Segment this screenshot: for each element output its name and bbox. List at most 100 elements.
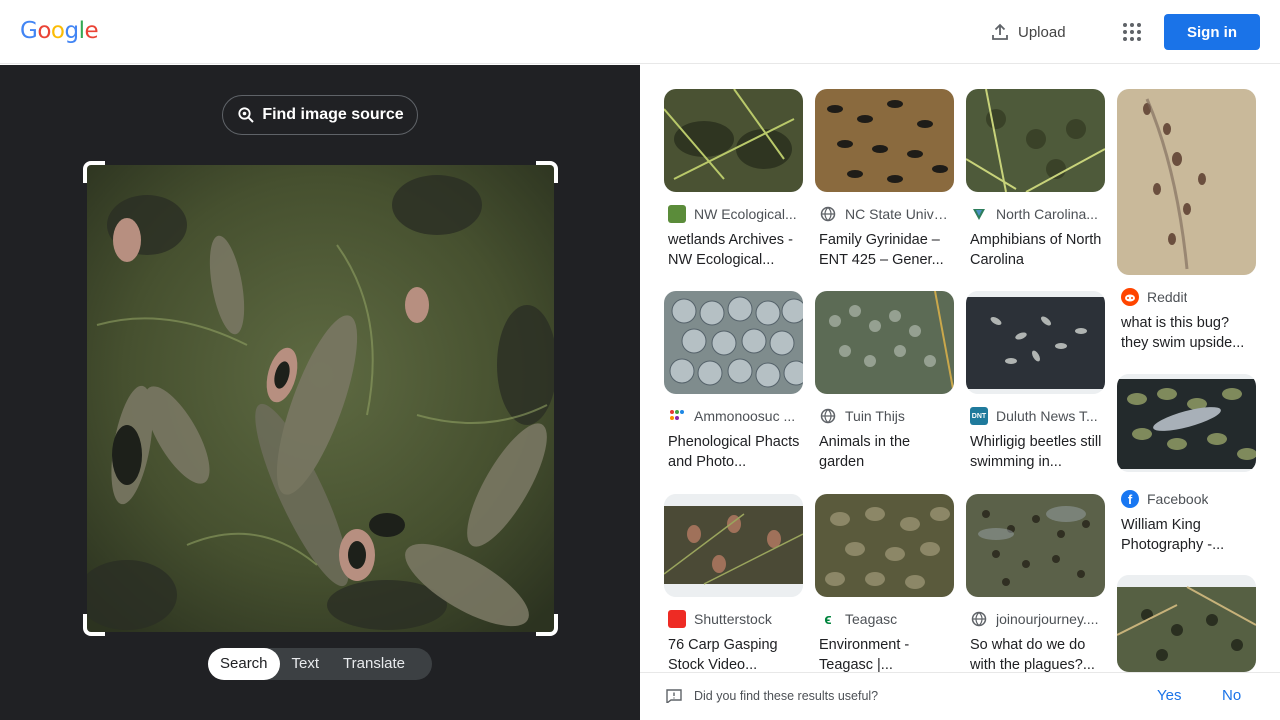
feedback-bar: Did you find these results useful? Yes N…: [640, 672, 1280, 720]
result-card[interactable]: Tuin Thijs Animals in the garden: [815, 291, 954, 471]
result-source[interactable]: North Carolina...: [970, 204, 1103, 224]
nw-ecological-favicon-icon: [668, 205, 686, 223]
result-source[interactable]: Shutterstock: [668, 609, 801, 629]
feedback-icon: [666, 689, 682, 703]
result-card[interactable]: NW Ecological... wetlands Archives - NW …: [664, 89, 803, 269]
teagasc-icon: ϵ: [819, 610, 837, 628]
nc-favicon-icon: [970, 205, 988, 223]
result-card[interactable]: Shutterstock 76 Carp Gasping Stock Video…: [664, 494, 803, 672]
mode-switcher: Search Text Translate: [208, 648, 432, 680]
logo-letter: e: [84, 18, 99, 44]
result-source-name: Reddit: [1147, 289, 1188, 305]
dnt-favicon-icon: DNT: [970, 407, 988, 425]
result-source[interactable]: Reddit: [1121, 287, 1254, 307]
globe-icon: [970, 610, 988, 628]
reddit-icon: [1121, 288, 1139, 306]
result-title[interactable]: Animals in the garden: [819, 432, 952, 472]
result-thumbnail[interactable]: [1117, 575, 1256, 672]
mode-search-tab[interactable]: Search: [208, 648, 280, 680]
result-thumbnail[interactable]: [815, 291, 954, 394]
result-source-name: Ammonoosuc ...: [694, 408, 796, 424]
result-source-name: Tuin Thijs: [845, 408, 905, 424]
result-title[interactable]: Whirligig beetles still swimming in...: [970, 432, 1103, 472]
result-title[interactable]: So what do we do with the plagues?...: [970, 635, 1103, 672]
result-source[interactable]: Ammonoosuc ...: [668, 406, 801, 426]
result-title[interactable]: Phenological Phacts and Photo...: [668, 432, 801, 472]
feedback-yes-button[interactable]: Yes: [1157, 687, 1181, 704]
result-source[interactable]: ϵ Teagasc: [819, 609, 952, 629]
result-thumbnail[interactable]: [1117, 374, 1256, 472]
ammonoosuc-favicon-icon: [668, 407, 686, 425]
result-card[interactable]: f Facebook William King Photography -...: [1117, 374, 1256, 554]
result-card[interactable]: Reddit what is this bug? they swim upsid…: [1117, 89, 1256, 359]
result-card[interactable]: North Carolina... Amphibians of North Ca…: [966, 89, 1105, 269]
result-source[interactable]: NW Ecological...: [668, 204, 801, 224]
result-thumbnail[interactable]: [966, 291, 1105, 394]
result-source-name: Facebook: [1147, 491, 1209, 507]
crop-handle-bottom-left[interactable]: [83, 614, 105, 636]
feedback-question: Did you find these results useful?: [694, 689, 879, 703]
result-thumbnail[interactable]: [664, 89, 803, 192]
result-title[interactable]: Environment - Teagasc |...: [819, 635, 952, 672]
result-thumbnail[interactable]: [664, 494, 803, 597]
result-source-name: NW Ecological...: [694, 206, 797, 222]
result-source[interactable]: f Facebook: [1121, 489, 1254, 509]
result-title[interactable]: William King Photography -...: [1121, 515, 1254, 555]
result-thumbnail[interactable]: [966, 89, 1105, 192]
facebook-icon: f: [1121, 490, 1139, 508]
logo-letter: o: [37, 18, 51, 44]
top-bar: Google Upload Sign in: [0, 0, 1280, 64]
lens-search-icon: [238, 107, 255, 123]
result-title[interactable]: Amphibians of North Carolina: [970, 230, 1103, 270]
crop-region[interactable]: [83, 161, 558, 636]
logo-letter: G: [20, 18, 38, 44]
result-title[interactable]: wetlands Archives - NW Ecological...: [668, 230, 801, 270]
result-title[interactable]: what is this bug? they swim upside...: [1121, 313, 1254, 353]
result-source-name: joinourjourney....: [996, 611, 1099, 627]
logo-letter: g: [64, 18, 79, 44]
mode-text-tab[interactable]: Text: [280, 648, 332, 680]
globe-icon: [819, 205, 837, 223]
result-thumbnail[interactable]: [966, 494, 1105, 597]
google-apps-icon[interactable]: [1120, 20, 1144, 44]
result-source-name: North Carolina...: [996, 206, 1098, 222]
find-image-source-label: Find image source: [262, 106, 404, 123]
shutterstock-icon: [668, 610, 686, 628]
query-image-pane: Find image source Search Text Translate: [0, 65, 640, 720]
upload-label: Upload: [1018, 23, 1066, 41]
result-title[interactable]: 76 Carp Gasping Stock Video...: [668, 635, 801, 672]
query-image: [87, 165, 554, 632]
logo-letter: o: [50, 18, 65, 44]
result-source-name: Shutterstock: [694, 611, 772, 627]
upload-button[interactable]: Upload: [990, 18, 1066, 46]
result-source-name: NC State Unive...: [845, 206, 952, 222]
crop-handle-bottom-right[interactable]: [536, 614, 558, 636]
find-image-source-button[interactable]: Find image source: [222, 95, 418, 135]
result-card[interactable]: joinourjourney.... So what do we do with…: [966, 494, 1105, 672]
globe-icon: [819, 407, 837, 425]
result-title[interactable]: Family Gyrinidae – ENT 425 – Gener...: [819, 230, 952, 270]
result-source[interactable]: DNT Duluth News T...: [970, 406, 1103, 426]
result-source[interactable]: NC State Unive...: [819, 204, 952, 224]
upload-icon: [992, 23, 1008, 40]
result-source[interactable]: Tuin Thijs: [819, 406, 952, 426]
result-source-name: Duluth News T...: [996, 408, 1098, 424]
result-card[interactable]: DNT Duluth News T... Whirligig beetles s…: [966, 291, 1105, 471]
crop-handle-top-right[interactable]: [536, 161, 558, 183]
result-thumbnail[interactable]: [1117, 89, 1256, 275]
result-thumbnail[interactable]: [815, 494, 954, 597]
result-card[interactable]: ϵ Teagasc Environment - Teagasc |...: [815, 494, 954, 672]
result-thumbnail[interactable]: [664, 291, 803, 394]
result-thumbnail[interactable]: [815, 89, 954, 192]
result-card[interactable]: [1117, 575, 1256, 672]
sign-in-button[interactable]: Sign in: [1164, 14, 1260, 50]
mode-translate-tab[interactable]: Translate: [331, 648, 417, 680]
visual-matches-grid: NW Ecological... wetlands Archives - NW …: [640, 65, 1280, 672]
result-source[interactable]: joinourjourney....: [970, 609, 1103, 629]
result-card[interactable]: NC State Unive... Family Gyrinidae – ENT…: [815, 89, 954, 269]
google-logo[interactable]: Google: [20, 18, 99, 44]
feedback-no-button[interactable]: No: [1222, 687, 1241, 704]
result-source-name: Teagasc: [845, 611, 898, 627]
result-card[interactable]: Ammonoosuc ... Phenological Phacts and P…: [664, 291, 803, 471]
crop-handle-top-left[interactable]: [83, 161, 105, 183]
